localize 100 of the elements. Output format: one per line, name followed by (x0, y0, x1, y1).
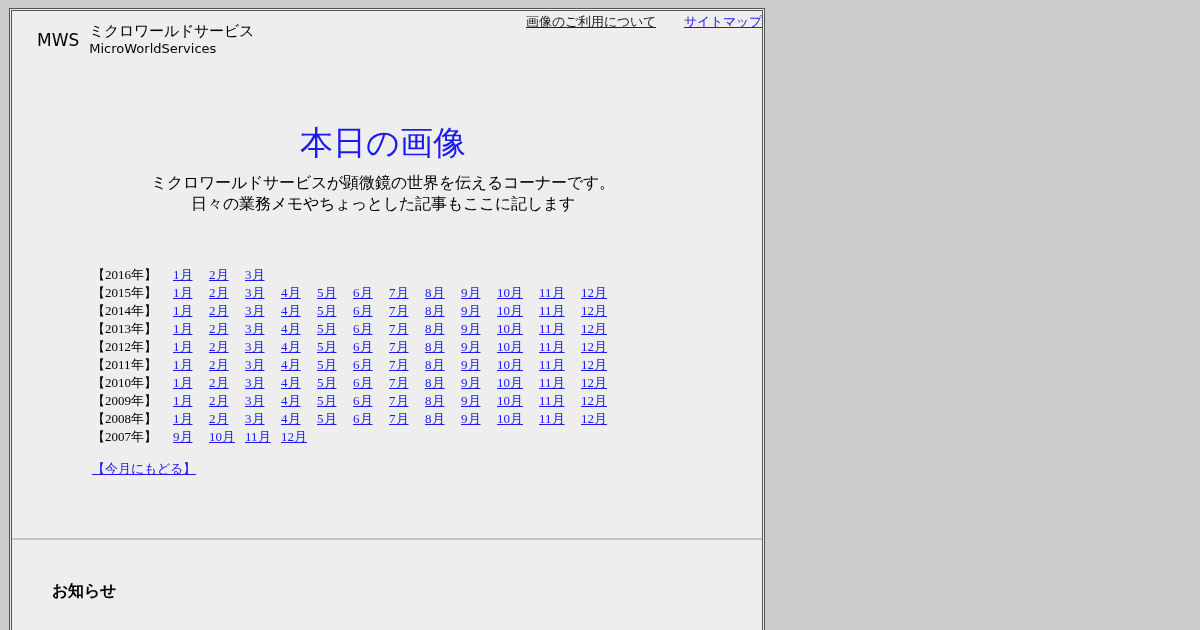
month-link[interactable]: 4月 (281, 284, 317, 302)
nav-link[interactable]: サイトマップ (684, 13, 762, 31)
month-link[interactable]: 3月 (245, 266, 281, 284)
month-link[interactable]: 5月 (317, 338, 353, 356)
month-link[interactable]: 2月 (209, 302, 245, 320)
month-link[interactable]: 8月 (425, 284, 461, 302)
month-link[interactable]: 5月 (317, 410, 353, 428)
month-link[interactable]: 2月 (209, 374, 245, 392)
month-link[interactable]: 1月 (173, 356, 209, 374)
month-link[interactable]: 9月 (461, 302, 497, 320)
month-link[interactable]: 3月 (245, 320, 281, 338)
month-link[interactable]: 9月 (461, 284, 497, 302)
month-link[interactable]: 2月 (209, 392, 245, 410)
month-link[interactable]: 5月 (317, 284, 353, 302)
month-link[interactable]: 10月 (497, 302, 539, 320)
month-link[interactable]: 8月 (425, 410, 461, 428)
month-link[interactable]: 5月 (317, 302, 353, 320)
month-link[interactable]: 4月 (281, 338, 317, 356)
month-link[interactable]: 2月 (209, 410, 245, 428)
month-link[interactable]: 6月 (353, 338, 389, 356)
month-link[interactable]: 9月 (461, 320, 497, 338)
month-link[interactable]: 8月 (425, 356, 461, 374)
month-link[interactable]: 10月 (497, 284, 539, 302)
month-link[interactable]: 11月 (245, 428, 281, 446)
month-link[interactable]: 3月 (245, 284, 281, 302)
month-link[interactable]: 6月 (353, 392, 389, 410)
month-link[interactable]: 2月 (209, 356, 245, 374)
month-link[interactable]: 1月 (173, 320, 209, 338)
month-link[interactable]: 1月 (173, 392, 209, 410)
month-link[interactable]: 4月 (281, 320, 317, 338)
month-link[interactable]: 4月 (281, 392, 317, 410)
month-link[interactable]: 9月 (173, 428, 209, 446)
month-link[interactable]: 11月 (539, 410, 581, 428)
month-link[interactable]: 10月 (497, 320, 539, 338)
month-link[interactable]: 1月 (173, 410, 209, 428)
month-link[interactable]: 11月 (539, 302, 581, 320)
month-link[interactable]: 7月 (389, 356, 425, 374)
month-link[interactable]: 11月 (539, 356, 581, 374)
month-link[interactable]: 10月 (497, 356, 539, 374)
month-link[interactable]: 2月 (209, 284, 245, 302)
month-link[interactable]: 7月 (389, 320, 425, 338)
month-link[interactable]: 2月 (209, 266, 245, 284)
month-link[interactable]: 12月 (581, 392, 623, 410)
month-link[interactable]: 8月 (425, 338, 461, 356)
month-link[interactable]: 4月 (281, 302, 317, 320)
month-link[interactable]: 8月 (425, 320, 461, 338)
month-link[interactable]: 7月 (389, 410, 425, 428)
month-link[interactable]: 7月 (389, 338, 425, 356)
month-link[interactable]: 11月 (539, 392, 581, 410)
month-link[interactable]: 12月 (581, 338, 623, 356)
month-link[interactable]: 5月 (317, 356, 353, 374)
month-link[interactable]: 9月 (461, 410, 497, 428)
month-link[interactable]: 11月 (539, 284, 581, 302)
month-link[interactable]: 10月 (497, 338, 539, 356)
month-link[interactable]: 10月 (497, 374, 539, 392)
month-link[interactable]: 9月 (461, 392, 497, 410)
month-link[interactable]: 10月 (497, 410, 539, 428)
month-link[interactable]: 12月 (581, 320, 623, 338)
month-link[interactable]: 9月 (461, 338, 497, 356)
month-link[interactable]: 5月 (317, 320, 353, 338)
month-link[interactable]: 3月 (245, 410, 281, 428)
month-link[interactable]: 3月 (245, 374, 281, 392)
month-link[interactable]: 11月 (539, 338, 581, 356)
month-link[interactable]: 12月 (581, 356, 623, 374)
month-link[interactable]: 3月 (245, 338, 281, 356)
month-link[interactable]: 6月 (353, 284, 389, 302)
month-link[interactable]: 1月 (173, 374, 209, 392)
nav-link[interactable]: 画像のご利用について (526, 13, 656, 31)
month-link[interactable]: 8月 (425, 392, 461, 410)
month-link[interactable]: 7月 (389, 302, 425, 320)
month-link[interactable]: 6月 (353, 374, 389, 392)
month-link[interactable]: 4月 (281, 374, 317, 392)
month-link[interactable]: 12月 (581, 410, 623, 428)
month-link[interactable]: 6月 (353, 320, 389, 338)
month-link[interactable]: 1月 (173, 284, 209, 302)
month-link[interactable]: 7月 (389, 374, 425, 392)
month-link[interactable]: 3月 (245, 392, 281, 410)
month-link[interactable]: 1月 (173, 338, 209, 356)
month-link[interactable]: 3月 (245, 302, 281, 320)
month-link[interactable]: 4月 (281, 356, 317, 374)
back-link[interactable]: 【今月にもどる】 (92, 460, 196, 478)
month-link[interactable]: 5月 (317, 392, 353, 410)
month-link[interactable]: 2月 (209, 320, 245, 338)
month-link[interactable]: 10月 (209, 428, 245, 446)
month-link[interactable]: 2月 (209, 338, 245, 356)
month-link[interactable]: 6月 (353, 356, 389, 374)
month-link[interactable]: 5月 (317, 374, 353, 392)
month-link[interactable]: 8月 (425, 374, 461, 392)
month-link[interactable]: 6月 (353, 302, 389, 320)
month-link[interactable]: 4月 (281, 410, 317, 428)
month-link[interactable]: 12月 (581, 302, 623, 320)
month-link[interactable]: 6月 (353, 410, 389, 428)
month-link[interactable]: 3月 (245, 356, 281, 374)
month-link[interactable]: 12月 (581, 284, 623, 302)
month-link[interactable]: 11月 (539, 320, 581, 338)
month-link[interactable]: 7月 (389, 284, 425, 302)
month-link[interactable]: 8月 (425, 302, 461, 320)
month-link[interactable]: 9月 (461, 356, 497, 374)
month-link[interactable]: 1月 (173, 266, 209, 284)
month-link[interactable]: 12月 (281, 428, 317, 446)
